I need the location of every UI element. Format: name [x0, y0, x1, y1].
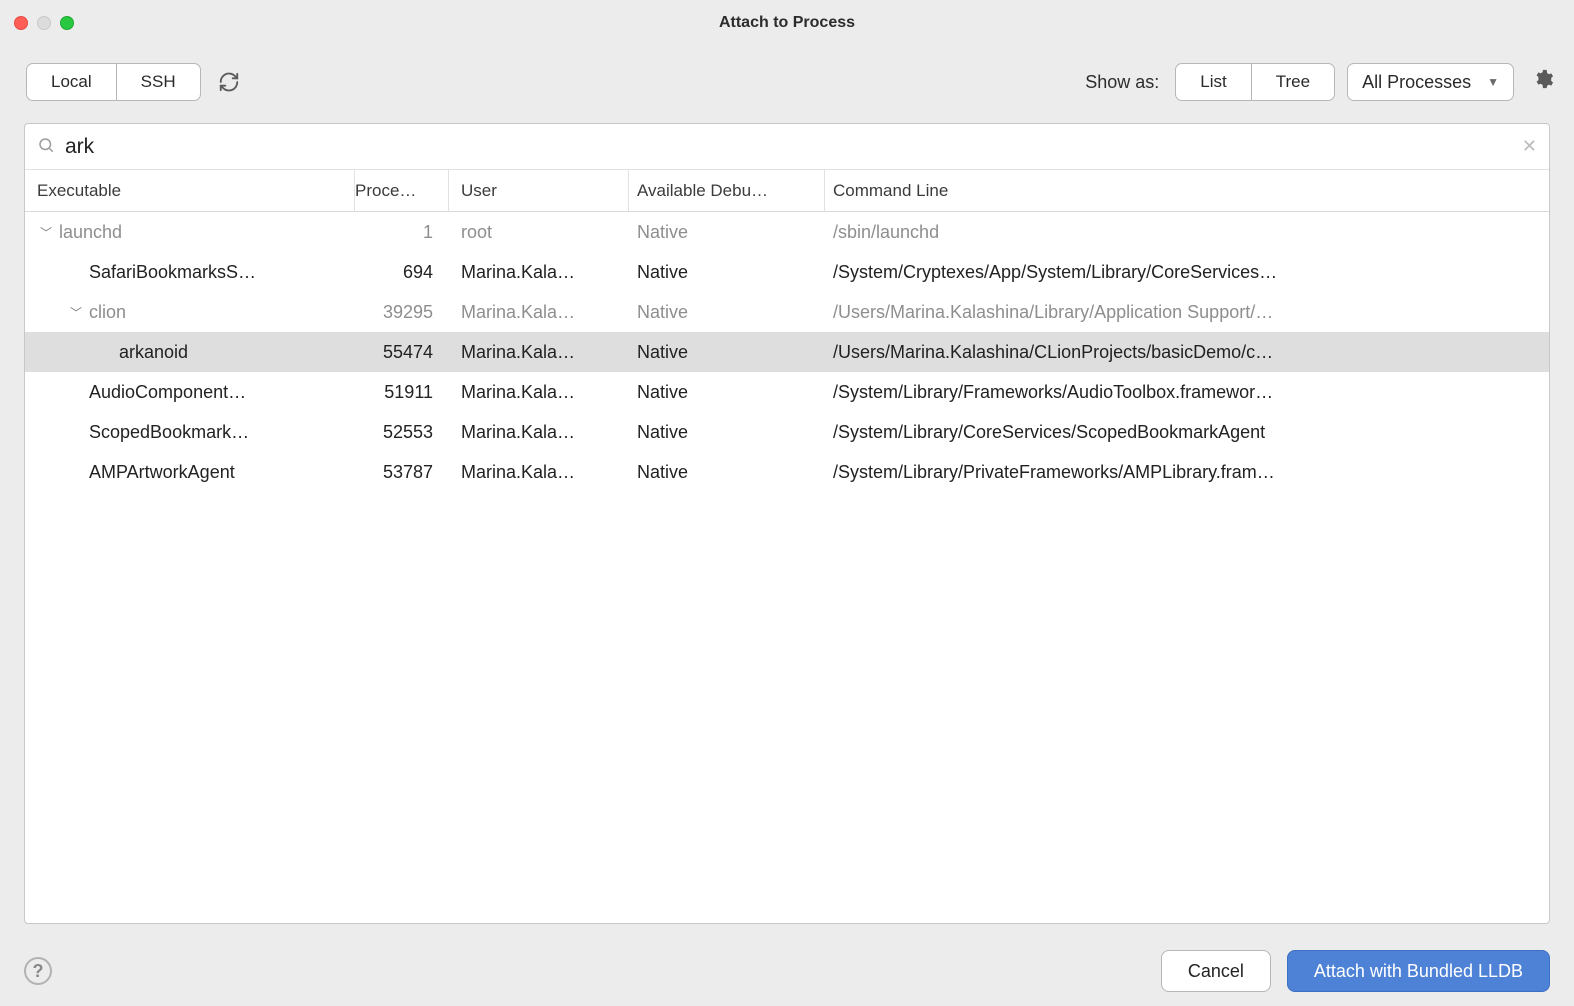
minimize-window-button — [37, 16, 51, 30]
cell-user: Marina.Kala… — [449, 342, 629, 363]
cell-debugger: Native — [629, 422, 825, 443]
col-user[interactable]: User — [449, 170, 629, 211]
ssh-tab[interactable]: SSH — [116, 63, 201, 101]
cell-debugger: Native — [629, 382, 825, 403]
clear-search-button[interactable]: ✕ — [1522, 136, 1537, 157]
process-filter-dropdown[interactable]: All Processes ▼ — [1347, 63, 1514, 101]
connection-segment: Local SSH — [26, 63, 201, 101]
zoom-window-button[interactable] — [60, 16, 74, 30]
cancel-button[interactable]: Cancel — [1161, 950, 1271, 992]
process-name: arkanoid — [119, 342, 188, 363]
list-view-tab[interactable]: List — [1175, 63, 1250, 101]
cell-pid: 51911 — [355, 382, 449, 403]
settings-button[interactable] — [1532, 68, 1554, 96]
process-name: ScopedBookmark… — [89, 422, 249, 443]
cell-pid: 52553 — [355, 422, 449, 443]
process-table-body: ﹀launchd1rootNative/sbin/launchdSafariBo… — [25, 212, 1549, 923]
gear-icon — [1532, 68, 1554, 90]
process-name: clion — [89, 302, 126, 323]
view-segment: List Tree — [1175, 63, 1335, 101]
refresh-icon — [218, 71, 240, 93]
cell-cmdline: /System/Cryptexes/App/System/Library/Cor… — [825, 262, 1549, 283]
table-row[interactable]: ﹀launchd1rootNative/sbin/launchd — [25, 212, 1549, 252]
process-name: SafariBookmarksS… — [89, 262, 256, 283]
cell-user: Marina.Kala… — [449, 422, 629, 443]
dialog-footer: ? Cancel Attach with Bundled LLDB — [0, 938, 1574, 1006]
col-pid[interactable]: Proce… — [355, 170, 449, 211]
search-icon — [37, 136, 55, 158]
cell-user: Marina.Kala… — [449, 382, 629, 403]
cell-cmdline: /System/Library/Frameworks/AudioToolbox.… — [825, 382, 1549, 403]
cell-debugger: Native — [629, 222, 825, 243]
close-window-button[interactable] — [14, 16, 28, 30]
local-tab[interactable]: Local — [26, 63, 116, 101]
window-controls — [14, 16, 74, 30]
col-debuggers[interactable]: Available Debu… — [629, 170, 825, 211]
cell-executable: ﹀clion — [25, 302, 355, 323]
cell-user: Marina.Kala… — [449, 302, 629, 323]
cell-cmdline: /sbin/launchd — [825, 222, 1549, 243]
table-row[interactable]: AMPArtworkAgent 53787Marina.Kala…Native/S… — [25, 452, 1549, 492]
titlebar: Attach to Process — [0, 0, 1574, 45]
show-as-label: Show as: — [1085, 72, 1159, 93]
toolbar: Local SSH Show as: List Tree All Process… — [0, 45, 1574, 119]
cell-debugger: Native — [629, 342, 825, 363]
cell-executable: arkanoid — [25, 342, 355, 363]
cell-user: Marina.Kala… — [449, 462, 629, 483]
process-panel: ✕ Executable Proce… User Available Debu…… — [24, 123, 1550, 924]
cell-pid: 55474 — [355, 342, 449, 363]
cell-pid: 53787 — [355, 462, 449, 483]
cell-cmdline: /Users/Marina.Kalashina/CLionProjects/ba… — [825, 342, 1549, 363]
cell-executable: ScopedBookmark… — [25, 422, 355, 443]
help-button[interactable]: ? — [24, 957, 52, 985]
search-input[interactable] — [65, 135, 1512, 159]
cell-executable: ﹀launchd — [25, 222, 355, 243]
cell-executable: SafariBookmarksS… — [25, 262, 355, 283]
table-row[interactable]: AudioComponent… 51911Marina.Kala…Native/S… — [25, 372, 1549, 412]
window-title: Attach to Process — [0, 14, 1574, 32]
cell-pid: 1 — [355, 222, 449, 243]
cell-cmdline: /Users/Marina.Kalashina/Library/Applicat… — [825, 302, 1549, 323]
table-row[interactable]: ﹀clion39295Marina.Kala…Native/Users/Mari… — [25, 292, 1549, 332]
search-bar: ✕ — [25, 124, 1549, 170]
cell-debugger: Native — [629, 262, 825, 283]
cell-executable: AMPArtworkAgent — [25, 462, 355, 483]
cell-user: root — [449, 222, 629, 243]
table-row[interactable]: arkanoid 55474Marina.Kala…Native/Users/Ma… — [25, 332, 1549, 372]
cell-debugger: Native — [629, 302, 825, 323]
cell-pid: 39295 — [355, 302, 449, 323]
tree-view-tab[interactable]: Tree — [1251, 63, 1335, 101]
cell-pid: 694 — [355, 262, 449, 283]
chevron-down-icon: ▼ — [1487, 75, 1499, 89]
table-row[interactable]: ScopedBookmark… 52553Marina.Kala…Native/S… — [25, 412, 1549, 452]
process-name: AudioComponent… — [89, 382, 246, 403]
cell-cmdline: /System/Library/CoreServices/ScopedBookm… — [825, 422, 1549, 443]
process-name: AMPArtworkAgent — [89, 462, 235, 483]
attach-button[interactable]: Attach with Bundled LLDB — [1287, 950, 1550, 992]
process-name: launchd — [59, 222, 122, 243]
cell-cmdline: /System/Library/PrivateFrameworks/AMPLib… — [825, 462, 1549, 483]
cell-user: Marina.Kala… — [449, 262, 629, 283]
table-row[interactable]: SafariBookmarksS… 694Marina.Kala…Native/S… — [25, 252, 1549, 292]
col-cmd[interactable]: Command Line — [825, 170, 1549, 211]
disclosure-triangle-icon[interactable]: ﹀ — [37, 224, 55, 241]
cell-debugger: Native — [629, 462, 825, 483]
table-header: Executable Proce… User Available Debu… C… — [25, 170, 1549, 212]
refresh-button[interactable] — [213, 66, 245, 98]
disclosure-triangle-icon[interactable]: ﹀ — [67, 304, 85, 321]
attach-to-process-dialog: Attach to Process Local SSH Show as: Lis… — [0, 0, 1574, 1006]
process-filter-label: All Processes — [1362, 72, 1471, 93]
col-executable[interactable]: Executable — [25, 170, 355, 211]
cell-executable: AudioComponent… — [25, 382, 355, 403]
